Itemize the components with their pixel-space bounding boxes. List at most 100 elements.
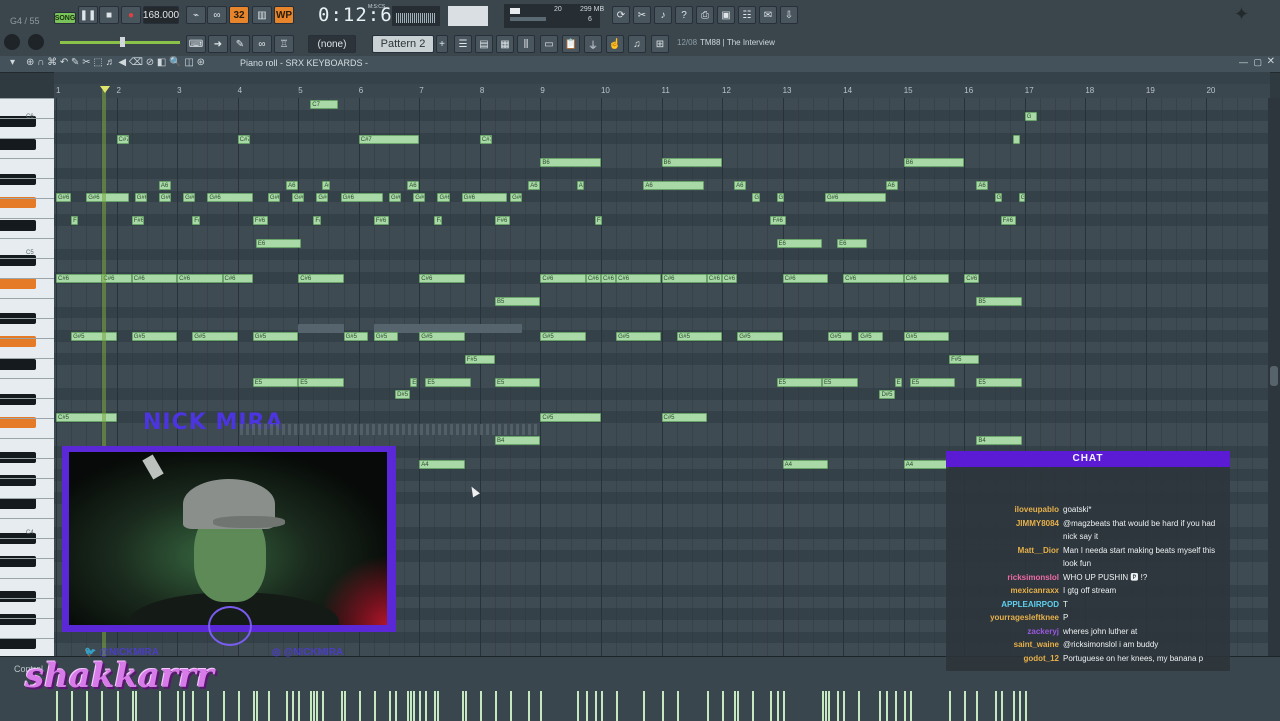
mixer-button[interactable]: ☷ xyxy=(738,6,756,24)
white-key[interactable] xyxy=(0,578,54,579)
midi-note[interactable]: C#7 xyxy=(116,134,129,144)
black-key[interactable] xyxy=(0,138,36,150)
white-key[interactable] xyxy=(0,638,54,639)
chat-username[interactable]: godot_12 xyxy=(1023,652,1059,666)
midi-note[interactable]: G#6 xyxy=(1018,192,1025,202)
velocity-bar[interactable] xyxy=(894,691,897,721)
velocity-bar[interactable] xyxy=(821,691,824,721)
white-key[interactable] xyxy=(0,418,54,419)
velocity-bar[interactable] xyxy=(419,691,422,721)
white-key[interactable] xyxy=(0,378,54,379)
midi-note[interactable]: C#5 xyxy=(56,413,117,423)
midi-note[interactable]: G#6 xyxy=(134,192,147,202)
mixer-view-button[interactable]: ⫼ xyxy=(517,35,535,53)
midi-note[interactable]: A6 xyxy=(576,181,584,191)
midi-note[interactable]: C#6 xyxy=(616,274,662,283)
white-key[interactable] xyxy=(0,618,54,619)
white-key[interactable] xyxy=(0,498,54,499)
velocity-bar[interactable] xyxy=(976,691,979,721)
midi-note[interactable]: C#6 xyxy=(585,274,601,283)
pianoroll-button[interactable]: ▤ xyxy=(475,35,493,53)
midi-note[interactable]: C#6 xyxy=(843,274,904,283)
velocity-bar[interactable] xyxy=(1000,691,1003,721)
playlist-button[interactable]: ☰ xyxy=(454,35,472,53)
midi-note[interactable]: F#6 xyxy=(434,216,442,225)
midi-note[interactable]: E5 xyxy=(909,378,956,388)
midi-note[interactable]: C#6 xyxy=(56,274,105,283)
midi-note[interactable] xyxy=(1012,134,1020,144)
velocity-bar[interactable] xyxy=(879,691,882,721)
white-key[interactable] xyxy=(0,598,54,599)
velocity-bar[interactable] xyxy=(298,691,301,721)
print-button[interactable]: ⎙ xyxy=(696,6,714,24)
midi-note[interactable]: F#5 xyxy=(464,355,495,365)
midi-note[interactable]: C#6 xyxy=(722,274,738,283)
black-key[interactable] xyxy=(0,220,36,231)
velocity-bar[interactable] xyxy=(1012,691,1015,721)
velocity-bar[interactable] xyxy=(540,691,543,721)
midi-note[interactable]: C#6 xyxy=(298,274,344,283)
master-pitch-knob[interactable] xyxy=(28,34,44,50)
clipboard-button[interactable]: 📋 xyxy=(562,35,580,53)
midi-note[interactable]: C#6 xyxy=(782,274,828,283)
velocity-bar[interactable] xyxy=(676,691,679,721)
cut-button[interactable]: ✂ xyxy=(633,6,651,24)
midi-note[interactable]: F#6 xyxy=(770,216,786,225)
white-key[interactable] xyxy=(0,298,54,299)
shop-button[interactable]: ⊞ xyxy=(651,35,669,53)
velocity-bar[interactable] xyxy=(824,691,827,721)
midi-note[interactable]: G#5 xyxy=(373,332,399,341)
midi-note[interactable]: B5 xyxy=(494,297,541,307)
midi-note[interactable]: C#7 xyxy=(358,134,420,144)
velocity-bar[interactable] xyxy=(373,691,376,721)
chat-username[interactable]: JIMMY8084 xyxy=(1016,517,1059,531)
black-key[interactable] xyxy=(0,498,36,510)
chat-username[interactable]: Matt__Dior xyxy=(1018,544,1059,558)
master-volume-slider[interactable] xyxy=(60,37,180,47)
chat-username[interactable]: saint_waine xyxy=(1014,638,1059,652)
velocity-bar[interactable] xyxy=(858,691,861,721)
pattern-overview[interactable] xyxy=(54,72,1270,84)
white-key[interactable] xyxy=(0,338,54,339)
velocity-bar[interactable] xyxy=(222,691,225,721)
midi-note[interactable]: A6 xyxy=(643,181,704,191)
velocity-bar[interactable] xyxy=(358,691,361,721)
white-key[interactable] xyxy=(0,438,54,439)
velocity-bar[interactable] xyxy=(643,691,646,721)
midi-note[interactable]: C#6 xyxy=(540,274,586,283)
white-key[interactable] xyxy=(0,98,54,99)
midi-note[interactable]: C#5 xyxy=(540,413,601,423)
record-button[interactable]: ● xyxy=(121,6,141,24)
midi-note[interactable]: C#6 xyxy=(222,274,253,283)
velocity-bar[interactable] xyxy=(343,691,346,721)
midi-note[interactable]: A4 xyxy=(903,459,950,469)
midi-note[interactable]: G#6 xyxy=(292,192,305,202)
midi-note[interactable]: G#5 xyxy=(131,332,178,341)
velocity-bar[interactable] xyxy=(837,691,840,721)
chat-username[interactable]: ricksimonslol xyxy=(1007,571,1059,585)
pause-button[interactable]: ❚❚ xyxy=(78,6,98,24)
midi-note[interactable]: G#5 xyxy=(828,332,853,341)
midi-note[interactable]: G#6 xyxy=(461,192,508,202)
chat-username[interactable]: yourragesleftknee xyxy=(990,611,1059,625)
velocity-bar[interactable] xyxy=(252,691,255,721)
white-key[interactable] xyxy=(0,218,54,219)
white-key[interactable] xyxy=(0,398,54,399)
midi-note[interactable]: A6 xyxy=(528,181,541,191)
white-key[interactable] xyxy=(0,138,54,139)
velocity-bar[interactable] xyxy=(661,691,664,721)
velocity-bar[interactable] xyxy=(1018,691,1021,721)
midi-note[interactable]: G#6 xyxy=(340,192,383,202)
velocity-bar[interactable] xyxy=(770,691,773,721)
velocity-bar[interactable] xyxy=(322,691,325,721)
velocity-bar[interactable] xyxy=(828,691,830,721)
white-key[interactable] xyxy=(0,198,54,199)
midi-note[interactable]: E5 xyxy=(425,378,471,388)
midi-note[interactable]: A6 xyxy=(322,181,330,191)
midi-note[interactable]: G#6 xyxy=(824,192,886,202)
midi-note[interactable]: G#6 xyxy=(437,192,450,202)
midi-note[interactable]: G#6 xyxy=(207,192,253,202)
midi-note[interactable]: C#6 xyxy=(903,274,950,283)
black-key[interactable] xyxy=(0,278,36,289)
stop-button[interactable]: ■ xyxy=(99,6,119,24)
